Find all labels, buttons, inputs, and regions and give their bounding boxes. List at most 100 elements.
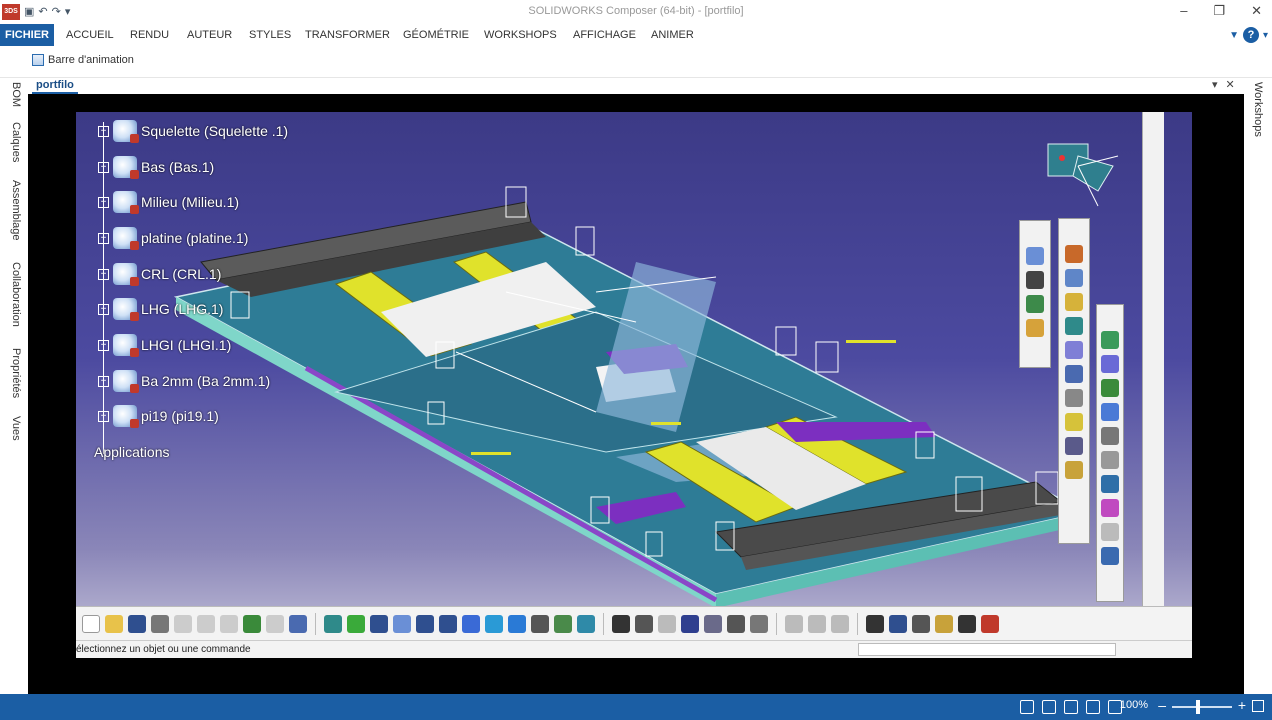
animation-bar-button[interactable]: Barre d'animation bbox=[32, 54, 134, 66]
parameter-icon[interactable] bbox=[658, 614, 676, 633]
side-tab-bom[interactable]: BOM bbox=[10, 82, 22, 107]
toolbar-tool-icon[interactable] bbox=[1026, 271, 1044, 289]
select-mode-icon[interactable] bbox=[1020, 700, 1034, 714]
tree-item-milieu[interactable]: + Milieu (Milieu.1) bbox=[98, 191, 239, 214]
zoom-slider-thumb[interactable] bbox=[1196, 700, 1200, 714]
tab-auteur[interactable]: AUTEUR bbox=[182, 24, 237, 46]
tree-item-pi19[interactable]: + pi19 (pi19.1) bbox=[98, 405, 219, 428]
tab-animer[interactable]: ANIMER bbox=[646, 24, 699, 46]
tab-transformer[interactable]: TRANSFORMER bbox=[300, 24, 395, 46]
shading-icon[interactable] bbox=[531, 614, 549, 633]
view-mode-icon[interactable] bbox=[508, 614, 526, 633]
tree-item-platine[interactable]: + platine (platine.1) bbox=[98, 227, 248, 250]
tree-item-bas[interactable]: + Bas (Bas.1) bbox=[98, 156, 214, 179]
tree-item-ba-2mm[interactable]: + Ba 2mm (Ba 2mm.1) bbox=[98, 370, 270, 393]
help-button[interactable]: ? bbox=[1242, 27, 1259, 43]
expand-icon[interactable]: + bbox=[98, 232, 109, 244]
tree-item-applications[interactable]: Applications bbox=[94, 444, 170, 460]
viewport[interactable]: + Squelette (Squelette .1) + Bas (Bas.1)… bbox=[28, 94, 1244, 694]
save-icon[interactable] bbox=[128, 614, 146, 633]
clash-icon[interactable] bbox=[912, 614, 930, 633]
minimize-button[interactable]: – bbox=[1180, 3, 1187, 19]
snap-icon[interactable] bbox=[808, 614, 826, 633]
swap-space-icon[interactable] bbox=[577, 614, 595, 633]
tree-item-lhgi[interactable]: + LHGI (LHGI.1) bbox=[98, 334, 231, 357]
explode-icon[interactable] bbox=[889, 614, 907, 633]
zoom-out-icon[interactable] bbox=[439, 614, 457, 633]
tab-affichage[interactable]: AFFICHAGE bbox=[568, 24, 641, 46]
comment-icon[interactable] bbox=[635, 614, 653, 633]
toolbar-tool-icon[interactable] bbox=[1101, 355, 1119, 373]
toolbar-tool-icon[interactable] bbox=[1101, 403, 1119, 421]
toolbar-tool-icon[interactable] bbox=[1065, 461, 1083, 479]
copy-icon[interactable] bbox=[197, 614, 215, 633]
pan-icon[interactable] bbox=[370, 614, 388, 633]
document-tab[interactable]: portfilo bbox=[32, 78, 78, 94]
toolbar-tool-icon[interactable] bbox=[1065, 413, 1083, 431]
tab-rendu[interactable]: RENDU bbox=[125, 24, 174, 46]
document-dropdown-icon[interactable]: ▾ bbox=[1212, 78, 1218, 91]
expand-icon[interactable]: + bbox=[98, 125, 109, 137]
command-input[interactable] bbox=[858, 643, 1116, 656]
catia-window[interactable]: + Squelette (Squelette .1) + Bas (Bas.1)… bbox=[76, 112, 1192, 658]
catalog-icon[interactable] bbox=[704, 614, 722, 633]
update-icon[interactable] bbox=[958, 614, 976, 633]
toolbar-tool-icon[interactable] bbox=[1101, 547, 1119, 565]
zoom-in-icon[interactable] bbox=[416, 614, 434, 633]
frame-icon[interactable] bbox=[1086, 700, 1100, 714]
toolbar-tool-icon[interactable] bbox=[1101, 523, 1119, 541]
paint-icon[interactable] bbox=[1042, 700, 1056, 714]
whats-this-icon[interactable] bbox=[289, 614, 307, 633]
toolbar-tool-icon[interactable] bbox=[1065, 269, 1083, 287]
formula-icon[interactable] bbox=[612, 614, 630, 633]
side-tab-vues[interactable]: Vues bbox=[10, 416, 22, 441]
constraint-icon[interactable] bbox=[785, 614, 803, 633]
fly-mode-icon[interactable] bbox=[324, 614, 342, 633]
toolbar-tool-icon[interactable] bbox=[1065, 317, 1083, 335]
tab-workshops[interactable]: WORKSHOPS bbox=[479, 24, 562, 46]
restore-button[interactable]: ❐ bbox=[1213, 3, 1225, 19]
undo-icon[interactable] bbox=[243, 614, 261, 633]
new-icon[interactable] bbox=[82, 614, 100, 633]
toolbar-tool-icon[interactable] bbox=[1101, 427, 1119, 445]
toolbar-tool-icon[interactable] bbox=[1065, 365, 1083, 383]
document-close-icon[interactable]: ✕ bbox=[1226, 78, 1235, 91]
toolbar-tool-icon[interactable] bbox=[1101, 451, 1119, 469]
help-dropdown-icon[interactable]: ▾ bbox=[1263, 30, 1268, 41]
normal-view-icon[interactable] bbox=[462, 614, 480, 633]
toolbar-tool-icon[interactable] bbox=[1065, 389, 1083, 407]
side-tab-workshops[interactable]: Workshops bbox=[1252, 82, 1264, 137]
tab-geometrie[interactable]: GÉOMÉTRIE bbox=[398, 24, 474, 46]
tree-item-squelette[interactable]: + Squelette (Squelette .1) bbox=[98, 120, 288, 143]
expand-icon[interactable]: + bbox=[98, 268, 109, 280]
toolbar-tool-icon[interactable] bbox=[1026, 247, 1044, 265]
toolbar-tool-icon[interactable] bbox=[1101, 379, 1119, 397]
side-tab-calques[interactable]: Calques bbox=[10, 122, 22, 162]
fit-all-icon[interactable] bbox=[347, 614, 365, 633]
expand-icon[interactable]: + bbox=[98, 303, 109, 315]
fit-to-window-icon[interactable] bbox=[1252, 700, 1264, 712]
cut-icon[interactable] bbox=[174, 614, 192, 633]
table-icon[interactable] bbox=[681, 614, 699, 633]
side-tab-collaboration[interactable]: Collaboration bbox=[10, 262, 22, 327]
ribbon-collapse-icon[interactable]: ▼ bbox=[1229, 30, 1239, 41]
print-icon[interactable] bbox=[151, 614, 169, 633]
measure-icon[interactable] bbox=[727, 614, 745, 633]
zoom-out-button[interactable]: – bbox=[1158, 697, 1166, 713]
hide-show-icon[interactable] bbox=[554, 614, 572, 633]
tab-fichier[interactable]: FICHIER bbox=[0, 24, 54, 46]
paste-icon[interactable] bbox=[220, 614, 238, 633]
toolbar-tool-icon[interactable] bbox=[1065, 341, 1083, 359]
toolbar-tool-icon[interactable] bbox=[1101, 475, 1119, 493]
tree-item-lhg[interactable]: + LHG (LHG.1) bbox=[98, 298, 223, 321]
toolbar-tool-icon[interactable] bbox=[1065, 245, 1083, 263]
compass-icon[interactable] bbox=[1038, 136, 1128, 216]
tree-item-crl[interactable]: + CRL (CRL.1) bbox=[98, 263, 221, 286]
tab-accueil[interactable]: ACCUEIL bbox=[61, 24, 119, 46]
open-icon[interactable] bbox=[105, 614, 123, 633]
quick-view-icon[interactable] bbox=[485, 614, 503, 633]
expand-icon[interactable]: + bbox=[98, 375, 109, 387]
expand-icon[interactable]: + bbox=[98, 196, 109, 208]
close-button[interactable]: ✕ bbox=[1251, 3, 1262, 19]
rotate-icon[interactable] bbox=[393, 614, 411, 633]
